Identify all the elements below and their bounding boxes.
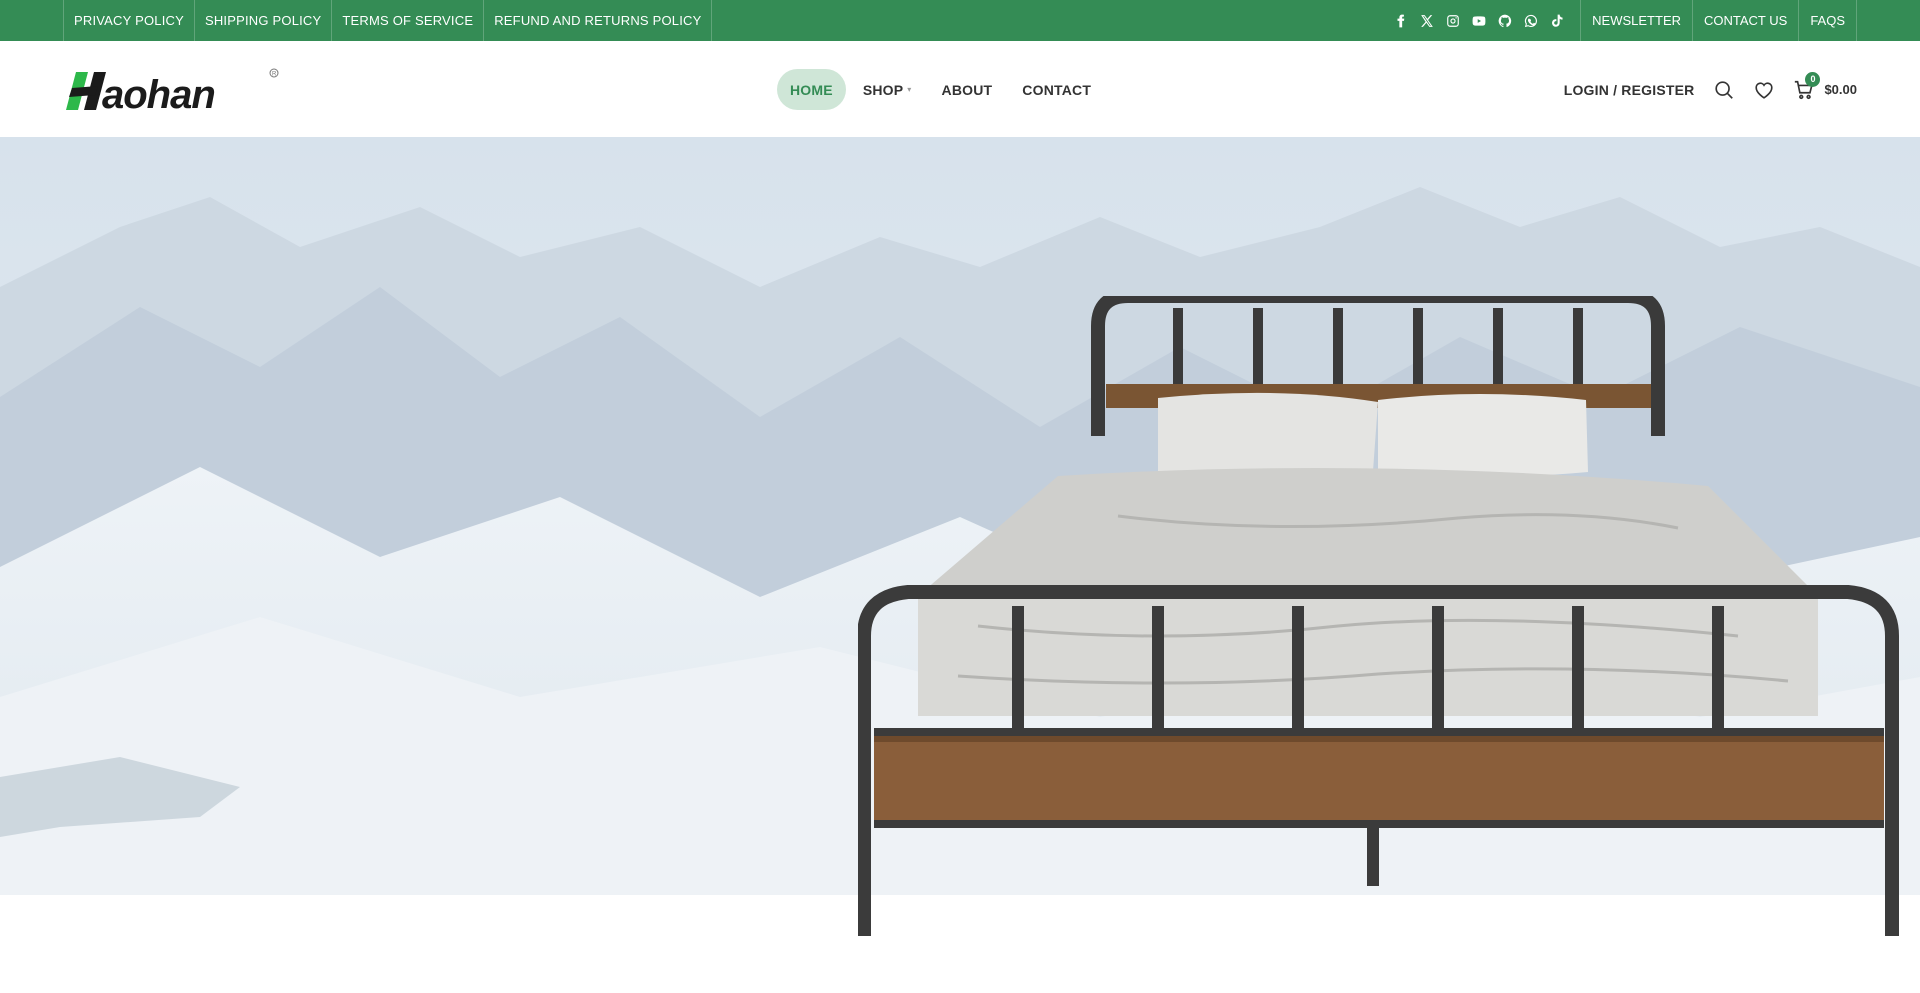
social-links (1388, 0, 1582, 41)
chevron-down-icon: ▾ (907, 85, 912, 94)
svg-text:R: R (272, 72, 277, 78)
wishlist-heart-icon[interactable] (1752, 78, 1776, 102)
site-logo[interactable]: aohan R (64, 68, 280, 117)
x-twitter-icon[interactable] (1420, 14, 1434, 28)
policy-links: PRIVACY POLICY SHIPPING POLICY TERMS OF … (63, 0, 713, 41)
privacy-policy-link[interactable]: PRIVACY POLICY (64, 0, 195, 41)
contact-us-link[interactable]: CONTACT US (1693, 0, 1800, 41)
cart-total[interactable]: $0.00 (1824, 82, 1857, 97)
refund-policy-link[interactable]: REFUND AND RETURNS POLICY (484, 0, 713, 41)
top-bar: PRIVACY POLICY SHIPPING POLICY TERMS OF … (0, 0, 1920, 41)
topbar-right: NEWSLETTER CONTACT US FAQS (1388, 0, 1857, 41)
nav-item-home[interactable]: HOME (777, 69, 846, 110)
nav-item-contact[interactable]: CONTACT (1009, 69, 1104, 110)
metal-bed-product-image (858, 296, 1899, 936)
newsletter-link[interactable]: NEWSLETTER (1581, 0, 1693, 41)
nav-label-shop: SHOP (862, 81, 904, 98)
nav-label-contact: CONTACT (1022, 81, 1092, 98)
tiktok-icon[interactable] (1550, 14, 1564, 28)
terms-of-service-link[interactable]: TERMS OF SERVICE (332, 0, 485, 41)
logo-graphic: aohan R (66, 68, 279, 117)
search-icon[interactable] (1712, 78, 1736, 102)
main-header: aohan R HOME SHOP ▾ ABOUT CONTACT LOGIN /… (0, 41, 1920, 138)
youtube-icon[interactable] (1472, 14, 1486, 28)
login-register-link[interactable]: LOGIN / REGISTER (1564, 82, 1695, 98)
cart-count-badge: 0 (1805, 71, 1821, 87)
github-icon[interactable] (1498, 14, 1512, 28)
nav-label-about: ABOUT (941, 81, 993, 98)
header-tools: LOGIN / REGISTER 0 $0.00 (1564, 69, 1857, 110)
faqs-link[interactable]: FAQS (1799, 0, 1857, 41)
instagram-icon[interactable] (1446, 14, 1460, 28)
shipping-policy-link[interactable]: SHIPPING POLICY (195, 0, 333, 41)
nav-item-shop[interactable]: SHOP ▾ (850, 69, 925, 110)
facebook-icon[interactable] (1394, 14, 1408, 28)
svg-text:aohan: aohan (102, 73, 215, 114)
whatsapp-icon[interactable] (1524, 14, 1538, 28)
main-navigation: HOME SHOP ▾ ABOUT CONTACT (777, 69, 1108, 110)
nav-item-about[interactable]: ABOUT (929, 69, 1006, 110)
nav-label-home: HOME (790, 81, 833, 98)
cart-icon[interactable]: 0 (1792, 71, 1821, 102)
